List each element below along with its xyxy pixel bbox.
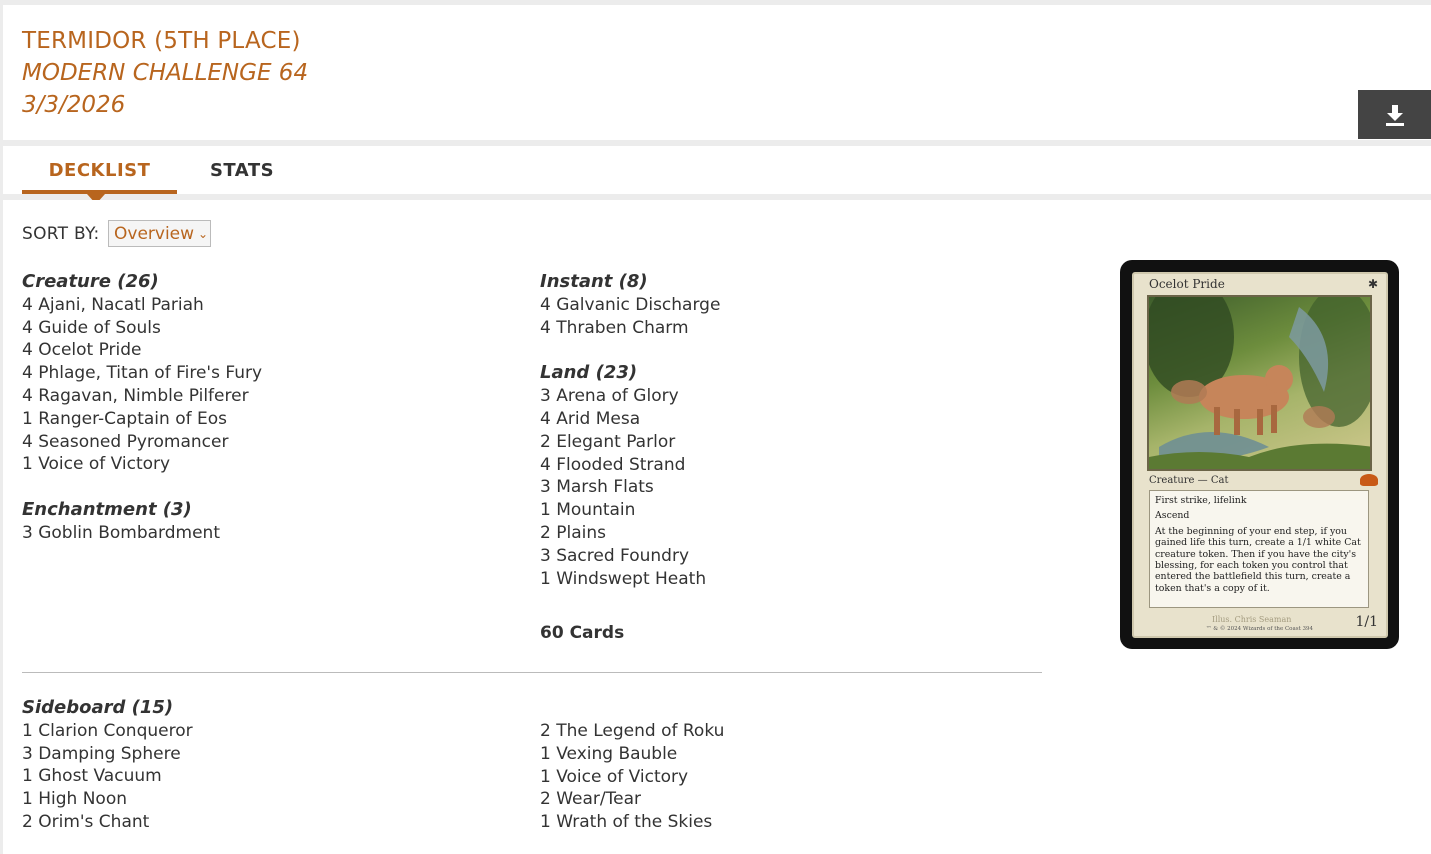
deck-title: TERMIDOR (5TH PLACE): [22, 28, 301, 54]
sideboard-right-column: 2 The Legend of Roku 1 Vexing Bauble 1 V…: [540, 720, 724, 834]
card-preview-image: Ocelot Pride ✱ Creature — Cat First stri…: [1120, 260, 1399, 649]
download-icon: [1385, 104, 1404, 126]
card-entry[interactable]: 2 The Legend of Roku: [540, 720, 724, 743]
white-mana-icon: ✱: [1367, 277, 1378, 291]
card-entry[interactable]: 1 Mountain: [540, 499, 720, 522]
card-entry[interactable]: 2 Orim's Chant: [22, 811, 193, 834]
card-entry[interactable]: 1 Voice of Victory: [540, 766, 724, 789]
sort-select[interactable]: Overview ⌄: [108, 220, 211, 247]
card-rules-line: At the beginning of your end step, if yo…: [1155, 525, 1361, 594]
card-entry[interactable]: 2 Elegant Parlor: [540, 431, 720, 454]
card-entry[interactable]: 4 Phlage, Titan of Fire's Fury: [22, 362, 262, 385]
download-button[interactable]: [1358, 90, 1431, 139]
card-artwork: [1147, 295, 1372, 471]
total-card-count: 60 Cards: [540, 623, 625, 643]
card-entry[interactable]: 4 Flooded Strand: [540, 454, 720, 477]
card-entry[interactable]: 2 Wear/Tear: [540, 788, 724, 811]
event-date: 3/3/2026: [22, 92, 126, 118]
card-entry[interactable]: 1 Vexing Bauble: [540, 743, 724, 766]
card-entry[interactable]: 4 Seasoned Pyromancer: [22, 431, 262, 454]
card-entry[interactable]: 1 Ghost Vacuum: [22, 765, 193, 788]
section-heading-land: Land (23): [540, 362, 638, 384]
section-heading-instant: Instant (8): [540, 271, 648, 292]
card-entry[interactable]: 4 Arid Mesa: [540, 408, 720, 431]
chevron-down-icon: ⌄: [198, 226, 209, 241]
sort-selected-value: Overview: [114, 223, 195, 244]
card-entry[interactable]: 3 Damping Sphere: [22, 743, 193, 766]
card-entry[interactable]: 3 Sacred Foundry: [540, 545, 720, 568]
main-deck-left-column: Creature (26) 4 Ajani, Nacatl Pariah 4 G…: [22, 271, 262, 545]
card-preview-type: Creature — Cat: [1149, 475, 1229, 486]
sort-label: SORT BY:: [22, 224, 100, 244]
event-name: MODERN CHALLENGE 64: [22, 60, 309, 86]
tab-bar: DECKLIST STATS: [3, 146, 1431, 194]
tab-stats[interactable]: STATS: [177, 146, 307, 194]
deck-header: TERMIDOR (5TH PLACE) MODERN CHALLENGE 64…: [3, 5, 1431, 140]
section-heading-creature: Creature (26): [22, 271, 159, 292]
tab-decklist[interactable]: DECKLIST: [22, 146, 177, 194]
card-preview-name: Ocelot Pride: [1149, 277, 1225, 291]
card-entry[interactable]: 4 Ocelot Pride: [22, 339, 262, 362]
card-copyright: ™ & © 2024 Wizards of the Coast 394: [1206, 626, 1314, 632]
card-entry[interactable]: 1 Ranger-Captain of Eos: [22, 408, 262, 431]
set-symbol-icon: [1360, 474, 1378, 486]
card-face: Ocelot Pride ✱ Creature — Cat First stri…: [1132, 272, 1388, 638]
card-entry[interactable]: 3 Marsh Flats: [540, 476, 720, 499]
card-entry[interactable]: 1 Voice of Victory: [22, 453, 262, 476]
card-entry[interactable]: 1 High Noon: [22, 788, 193, 811]
card-entry[interactable]: 4 Ragavan, Nimble Pilferer: [22, 385, 262, 408]
card-rules-line: Ascend: [1155, 510, 1190, 522]
main-deck-right-column: Instant (8) 4 Galvanic Discharge 4 Thrab…: [540, 271, 720, 590]
card-entry[interactable]: 4 Galvanic Discharge: [540, 294, 720, 317]
card-entry[interactable]: 2 Plains: [540, 522, 720, 545]
card-entry[interactable]: 3 Arena of Glory: [540, 385, 720, 408]
card-entry[interactable]: 4 Guide of Souls: [22, 317, 262, 340]
card-artist: Illus. Chris Seaman: [1212, 615, 1292, 624]
section-heading-sideboard: Sideboard (15): [22, 697, 174, 718]
card-rules-line: First strike, lifelink: [1155, 495, 1247, 506]
card-rules-textbox: First strike, lifelink Ascend At the beg…: [1149, 490, 1369, 608]
card-entry[interactable]: 3 Goblin Bombardment: [22, 522, 262, 545]
card-entry[interactable]: 4 Thraben Charm: [540, 317, 720, 340]
sideboard-divider: [22, 672, 1042, 673]
card-entry[interactable]: 1 Windswept Heath: [540, 568, 720, 591]
decklist-body: SORT BY: Overview ⌄ Creature (26) 4 Ajan…: [3, 200, 1431, 854]
card-entry[interactable]: 4 Ajani, Nacatl Pariah: [22, 294, 262, 317]
section-heading-enchantment: Enchantment (3): [22, 499, 192, 521]
sideboard-left-column: Sideboard (15) 1 Clarion Conqueror 3 Dam…: [22, 697, 193, 834]
card-entry[interactable]: 1 Wrath of the Skies: [540, 811, 724, 834]
card-power-toughness: 1/1: [1355, 614, 1378, 630]
card-entry[interactable]: 1 Clarion Conqueror: [22, 720, 193, 743]
